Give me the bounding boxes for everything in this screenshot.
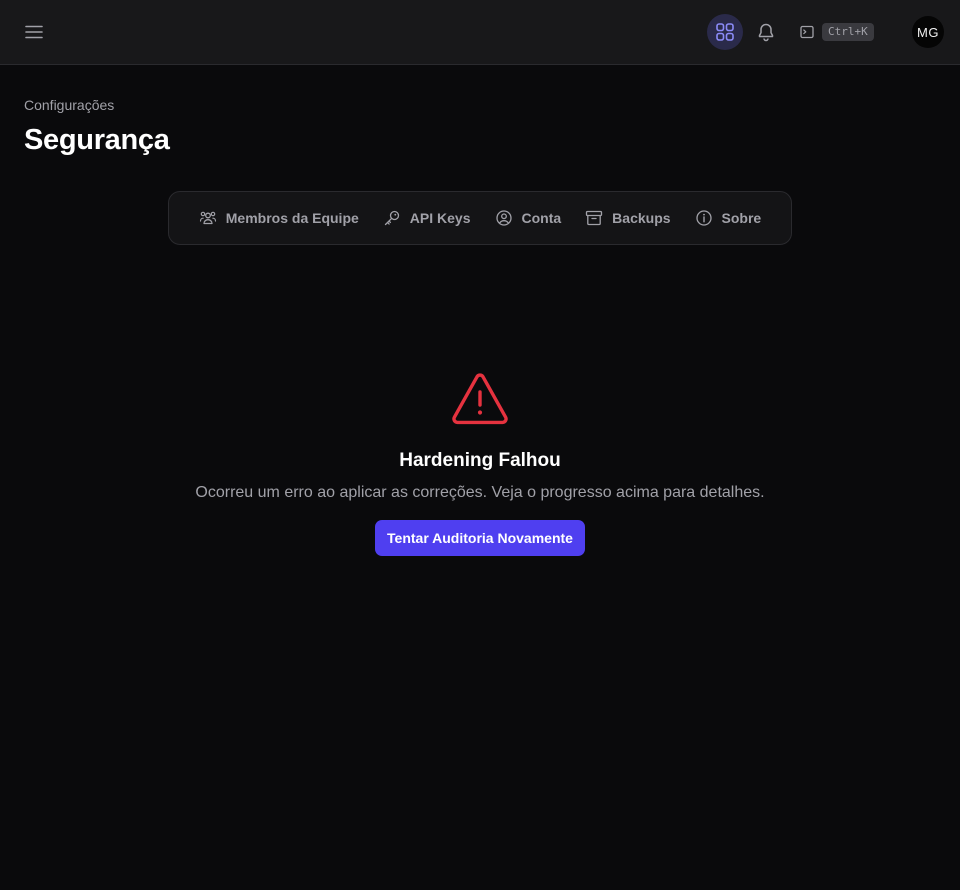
error-state: Hardening Falhou Ocorreu um erro ao apli… <box>0 372 960 556</box>
retry-audit-button[interactable]: Tentar Auditoria Novamente <box>375 520 585 556</box>
bell-icon <box>758 23 774 42</box>
tab-label: API Keys <box>409 210 471 226</box>
tab-backups[interactable]: Backups <box>575 201 680 235</box>
tab-label: Conta <box>521 210 562 226</box>
page-title: Segurança <box>24 124 170 156</box>
menu-button[interactable] <box>18 16 50 48</box>
tab-label: Membros da Equipe <box>225 210 359 226</box>
top-bar: Ctrl+K MG <box>0 0 960 65</box>
breadcrumb[interactable]: Configurações <box>24 97 114 113</box>
users-icon <box>199 211 216 225</box>
tab-about[interactable]: Sobre <box>685 201 772 235</box>
apps-button[interactable] <box>707 14 743 50</box>
terminal-icon <box>800 25 814 39</box>
archive-icon <box>586 210 603 226</box>
hamburger-menu-icon <box>25 25 43 39</box>
error-title: Hardening Falhou <box>399 450 561 471</box>
grid-icon <box>716 23 734 41</box>
shortcut-hint: Ctrl+K <box>822 23 874 41</box>
tab-label: Backups <box>612 210 671 226</box>
tab-label: Sobre <box>721 210 762 226</box>
error-description: Ocorreu um erro ao aplicar as correções.… <box>195 484 765 501</box>
key-icon <box>384 210 399 226</box>
info-icon <box>695 210 712 226</box>
tab-account[interactable]: Conta <box>485 201 572 235</box>
tab-api-keys[interactable]: API Keys <box>373 201 481 235</box>
notifications-button[interactable] <box>750 16 782 48</box>
avatar[interactable]: MG <box>912 16 944 48</box>
user-circle-icon <box>495 210 512 226</box>
settings-tabs: Membros da Equipe API Keys Conta Backups <box>168 191 792 245</box>
tab-team-members[interactable]: Membros da Equipe <box>189 201 369 235</box>
command-palette-button[interactable]: Ctrl+K <box>800 20 874 44</box>
warning-triangle-icon <box>452 373 508 425</box>
